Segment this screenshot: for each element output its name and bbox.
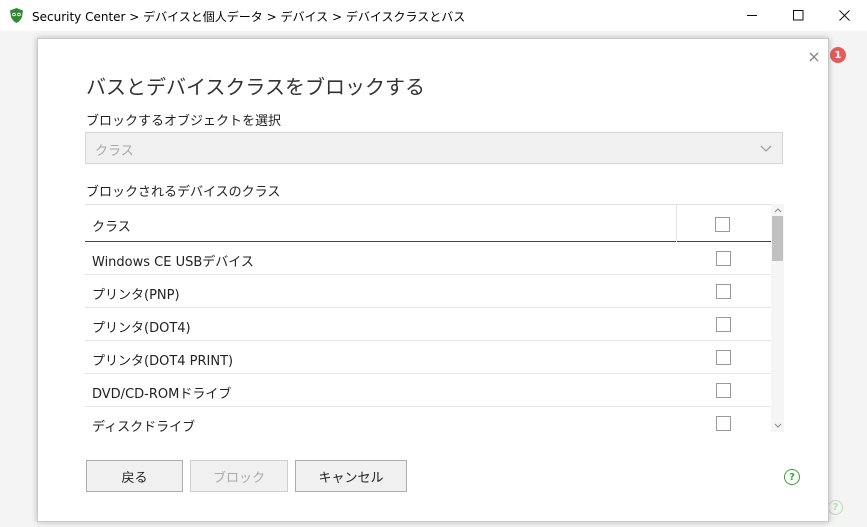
column-header-class: クラス [92,220,131,235]
row-checkbox[interactable] [716,383,731,398]
scroll-thumb[interactable] [772,216,783,261]
scroll-down-button[interactable] [771,420,784,432]
device-class-label: DVD/CD-ROMドライブ [92,387,232,402]
object-select[interactable]: クラス [85,132,783,164]
close-window-button[interactable] [821,0,867,31]
shield-icon [10,8,23,23]
close-icon [838,10,850,21]
table-row[interactable]: Windows CE USBデバイス [85,242,771,275]
chevron-up-icon [774,208,781,213]
help-icon[interactable]: ? [784,469,800,485]
back-button[interactable]: 戻る [86,460,183,492]
column-divider [676,205,677,242]
blocked-classes-label: ブロックされるデバイスのクラス [86,185,281,200]
table-row[interactable]: DVD/CD-ROMドライブ [85,374,771,407]
table-row[interactable]: プリンタ(PNP) [85,275,771,308]
dialog-title: バスとデバイスクラスをブロックする [86,75,425,99]
device-class-label: プリンタ(DOT4) [92,321,191,336]
device-class-label: Windows CE USBデバイス [92,255,254,270]
chevron-down-icon [774,423,781,428]
device-class-label: プリンタ(DOT4 PRINT) [92,354,234,369]
notification-badge[interactable]: 1 [830,47,846,63]
scroll-up-button[interactable] [771,204,784,216]
minimize-icon [746,15,757,16]
table-row[interactable]: プリンタ(DOT4 PRINT) [85,341,771,374]
select-all-checkbox[interactable] [715,217,730,232]
maximize-button[interactable] [775,0,821,31]
row-checkbox[interactable] [716,416,731,431]
maximize-icon [792,10,803,21]
device-class-label: プリンタ(PNP) [92,288,180,303]
object-select-value: クラス [95,144,134,159]
table-header: クラス [85,204,771,242]
background-help-icon[interactable]: ? [828,500,843,515]
chevron-down-icon [760,145,772,152]
row-checkbox[interactable] [716,350,731,365]
block-button[interactable]: ブロック [190,460,288,492]
window-titlebar: Security Center > デバイスと個人データ > デバイス > デバ… [0,0,867,31]
table-row[interactable]: ディスクドライブ [85,407,771,432]
row-checkbox[interactable] [716,317,731,332]
minimize-button[interactable] [729,0,775,31]
table-row[interactable]: プリンタ(DOT4) [85,308,771,341]
dialog-close-button[interactable]: × [806,49,822,65]
row-checkbox[interactable] [716,251,731,266]
object-select-label: ブロックするオブジェクトを選択 [86,114,282,129]
window-title: Security Center > デバイスと個人データ > デバイス > デバ… [32,10,466,24]
cancel-button[interactable]: キャンセル [295,460,407,492]
row-checkbox[interactable] [716,284,731,299]
table-scrollbar[interactable] [771,204,784,432]
device-class-label: ディスクドライブ [92,420,196,432]
device-class-table: クラス Windows CE USBデバイス プリンタ(PNP) プリンタ(DOT4… [85,204,771,432]
block-dialog: × バスとデバイスクラスをブロックする ブロックするオブジェクトを選択 クラス … [37,38,829,522]
